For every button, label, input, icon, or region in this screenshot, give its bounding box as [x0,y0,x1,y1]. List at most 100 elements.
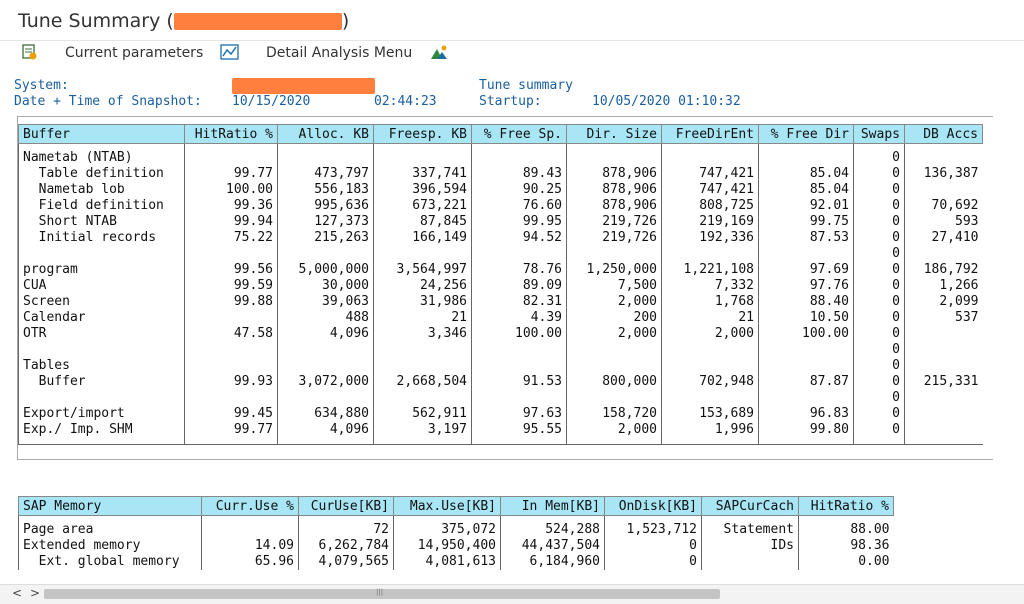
table-cell: 99.36 [184,198,278,214]
chart-icon[interactable] [430,44,448,65]
table-row[interactable]: Field definition 99.36 995,636 673,221 76.60… [18,198,983,214]
table-cell: 72 [298,522,394,538]
column-header[interactable]: Max.Use[KB] [393,496,501,516]
table-row[interactable]: CUA 99.59 30,000 24,256 89.09 7,500 7,332 97.76… [18,278,983,294]
table-cell [471,358,567,374]
table-cell: 747,421 [661,182,759,198]
table-cell: 4,096 [277,422,374,438]
horizontal-scrollbar[interactable]: < > ||| [0,584,1024,604]
column-header[interactable]: In Mem[KB] [500,496,605,516]
table-cell [758,390,854,406]
current-parameters-icon[interactable] [22,44,38,65]
column-header[interactable]: Swaps [853,124,905,144]
table-cell: 878,906 [566,198,662,214]
table-cell: 4,081,613 [393,554,501,570]
table-cell: 0 [853,358,905,374]
table-cell [18,246,185,262]
table-cell [566,390,662,406]
snapshot-date: 10/15/2020 [232,94,311,109]
table-cell: 127,373 [277,214,374,230]
table-cell [184,150,278,166]
table-cell: 6,184,960 [500,554,605,570]
table-cell: 92.01 [758,198,854,214]
table-cell: 192,336 [661,230,759,246]
table-cell [471,390,567,406]
table-row[interactable]: Page area 72 375,072 524,288 1,523,712 Statem… [18,522,894,538]
table-cell: 0 [853,246,905,262]
snapshot-label: Date + Time of Snapshot: [14,94,202,109]
table-cell: 524,288 [500,522,605,538]
scroll-right-arrow[interactable]: > [30,586,40,600]
table-row[interactable]: Table definition 99.77 473,797 337,741 89.43… [18,166,983,182]
column-header[interactable]: Alloc. KB [277,124,374,144]
table-cell: 3,346 [373,326,472,342]
scroll-left-arrow[interactable]: < [12,586,22,600]
table-row[interactable]: 0 [18,342,983,358]
table-cell: 2,000 [566,326,662,342]
spacer-cell [373,438,472,445]
table-cell: 878,906 [566,182,662,198]
table-cell: 96.83 [758,406,854,422]
table-cell: 99.93 [184,374,278,390]
table-row[interactable]: Extended memory 14.09 6,262,784 14,950,400 4… [18,538,894,554]
column-header[interactable]: Buffer [18,124,185,144]
table-cell: 0 [853,374,905,390]
table-cell [758,358,854,374]
table-row[interactable]: program 99.56 5,000,000 3,564,997 78.76 1,250… [18,262,983,278]
table-cell: 2,000 [566,294,662,310]
table-row[interactable]: OTR 47.58 4,096 3,346 100.00 2,000 2,000 100.00… [18,326,983,342]
column-header[interactable]: Curr.Use % [201,496,299,516]
table-cell [904,326,983,342]
table-cell [471,342,567,358]
table-cell [904,246,983,262]
scroll-grip[interactable]: ||| [376,588,383,596]
current-parameters-button[interactable]: Current parameters [65,45,203,61]
table-row[interactable]: Short NTAB 99.94 127,373 87,845 99.95 219,726… [18,214,983,230]
column-header[interactable]: DB Accs [904,124,983,144]
table-row[interactable]: Nametab lob 100.00 556,183 396,594 90.25 878,… [18,182,983,198]
table-cell: 89.09 [471,278,567,294]
column-header[interactable]: Freesp. KB [373,124,472,144]
title-open-paren: ( [166,10,174,32]
table-cell [904,182,983,198]
column-header[interactable]: HitRatio % [798,496,894,516]
column-header[interactable]: OnDisk[KB] [604,496,702,516]
table-row[interactable]: Screen 99.88 39,063 31,986 82.31 2,000 1,768 88… [18,294,983,310]
table-row[interactable]: Nametab (NTAB) 0 [18,150,983,166]
column-header[interactable]: SAPCurCach [701,496,799,516]
table-row[interactable]: Calendar 488 21 4.39 200 21 10.50 0 537 [18,310,983,326]
table-row[interactable]: Exp./ Imp. SHM 99.77 4,096 3,197 95.55 2,000 1… [18,422,983,438]
spacer-cell [277,438,374,445]
table-cell: 65.96 [201,554,299,570]
table-cell: CUA [18,278,185,294]
table-row[interactable]: Export/import 99.45 634,880 562,911 97.63 158… [18,406,983,422]
table-row[interactable]: Buffer 99.93 3,072,000 2,668,504 91.53 800,00… [18,374,983,390]
table-cell [277,342,374,358]
startup-label: Startup: [479,94,542,109]
table-row[interactable]: Ext. global memory 65.96 4,079,565 4,081,61… [18,554,894,570]
redacted-system-name [173,13,342,30]
column-header[interactable]: CurUse[KB] [298,496,394,516]
table-cell [18,390,185,406]
table-cell: Extended memory [18,538,202,554]
table-cell [904,342,983,358]
table-cell: 0 [853,230,905,246]
table-cell: 0 [853,342,905,358]
table-row[interactable]: 0 [18,246,983,262]
table-cell [566,358,662,374]
column-header[interactable]: % Free Sp. [471,124,567,144]
table-row[interactable]: Tables 0 [18,358,983,374]
table-cell: Buffer [18,374,185,390]
column-header[interactable]: Dir. Size [566,124,662,144]
detail-analysis-icon[interactable] [220,44,240,65]
table-row[interactable]: 0 [18,390,983,406]
column-header[interactable]: HitRatio % [184,124,278,144]
column-header[interactable]: FreeDirEnt [661,124,759,144]
table-cell: 593 [904,214,983,230]
table-row[interactable]: Initial records 75.22 215,263 166,149 94.52 2… [18,230,983,246]
column-header[interactable]: % Free Dir [758,124,854,144]
detail-analysis-menu-button[interactable]: Detail Analysis Menu [266,45,412,61]
column-header[interactable]: SAP Memory [18,496,202,516]
table-cell [277,150,374,166]
table-cell: 87.87 [758,374,854,390]
